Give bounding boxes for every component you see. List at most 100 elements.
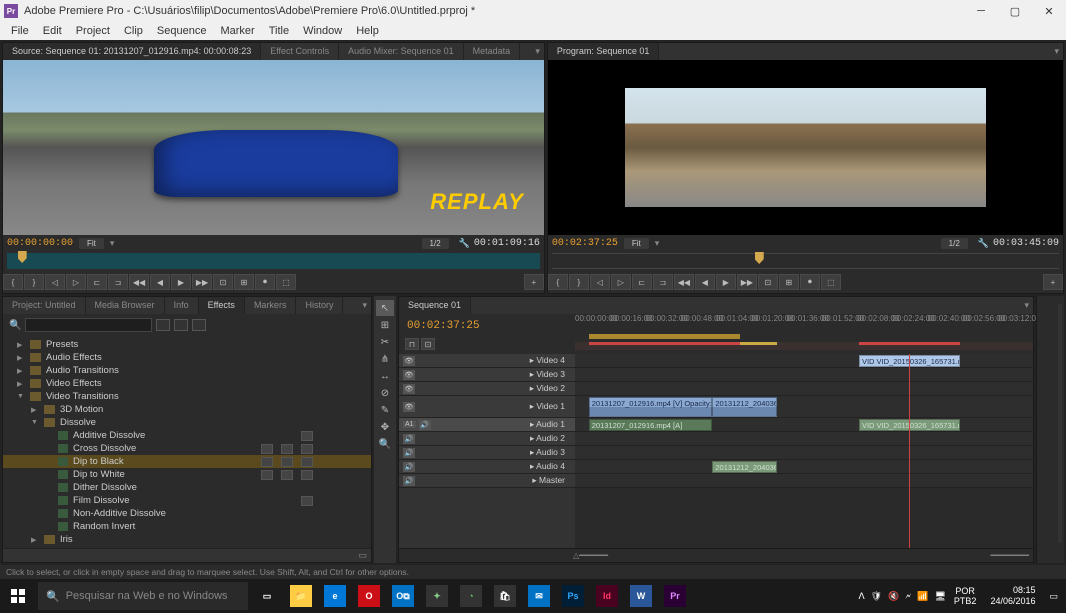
- settings-icon[interactable]: 🔧: [459, 238, 470, 249]
- tab[interactable]: Audio Mixer: Sequence 01: [339, 43, 464, 60]
- transport-button[interactable]: ⊐: [653, 274, 673, 290]
- track-lane[interactable]: 20131207_012916.mp4 [V] Opacity:Opacity …: [575, 396, 1033, 418]
- tree-folder[interactable]: ▶Presets: [3, 338, 371, 351]
- program-tc-current[interactable]: 00:02:37:25: [552, 238, 618, 249]
- transport-button[interactable]: {: [3, 274, 23, 290]
- timeline-track-content[interactable]: VID VID_20150326_165731.mp4 [V] 20131207_…: [575, 354, 1033, 548]
- tab[interactable]: Effect Controls: [261, 43, 339, 60]
- tool-button[interactable]: ↔: [376, 368, 394, 384]
- effects-tree[interactable]: ▶Presets▶Audio Effects▶Audio Transitions…: [3, 336, 371, 548]
- taskbar-app-outlook[interactable]: O⧉: [386, 579, 420, 613]
- timeline-ruler-area[interactable]: 00:00:00:0000:00:16:0000:00:32:0000:00:4…: [575, 314, 1033, 354]
- track-header[interactable]: 🔊▸ Master: [399, 474, 575, 488]
- taskbar-app-app1[interactable]: ✦: [420, 579, 454, 613]
- tab[interactable]: Sequence 01: [399, 297, 471, 314]
- clip[interactable]: 20131212_204036.mp4: [712, 461, 776, 473]
- transport-button[interactable]: ⊞: [234, 274, 254, 290]
- menu-help[interactable]: Help: [349, 25, 386, 37]
- tab[interactable]: Program: Sequence 01: [548, 43, 660, 60]
- close-button[interactable]: ✕: [1032, 0, 1066, 22]
- tool-button[interactable]: ⊘: [376, 385, 394, 401]
- tree-effect[interactable]: Dither Dissolve: [3, 481, 371, 494]
- taskbar-app-word[interactable]: W: [624, 579, 658, 613]
- tool-button[interactable]: ⋔: [376, 351, 394, 367]
- track-lane[interactable]: [575, 446, 1033, 460]
- tool-button[interactable]: ↖: [376, 300, 394, 316]
- track-header[interactable]: 👁▸ Video 4: [399, 354, 575, 368]
- transport-button[interactable]: ⊞: [779, 274, 799, 290]
- program-playhead[interactable]: [755, 252, 764, 264]
- track-header[interactable]: 🔊▸ Audio 3: [399, 446, 575, 460]
- menu-edit[interactable]: Edit: [36, 25, 69, 37]
- transport-button[interactable]: ⊏: [632, 274, 652, 290]
- taskbar-app-opera[interactable]: O: [352, 579, 386, 613]
- disclosure-arrow-icon[interactable]: ▶: [17, 341, 25, 349]
- timeline-playhead[interactable]: [909, 354, 910, 548]
- taskbar-app-explorer[interactable]: 📁: [284, 579, 318, 613]
- minimize-button[interactable]: ─: [964, 0, 998, 22]
- source-tc-current[interactable]: 00:00:00:00: [7, 238, 73, 249]
- eye-icon[interactable]: 👁: [403, 402, 415, 412]
- transport-button[interactable]: ▶: [171, 274, 191, 290]
- tree-effect[interactable]: Film Dissolve: [3, 494, 371, 507]
- tab[interactable]: Media Browser: [86, 297, 165, 314]
- menu-project[interactable]: Project: [69, 25, 117, 37]
- timeline-workarea[interactable]: [575, 332, 1033, 342]
- speaker-icon[interactable]: 🔊: [403, 476, 415, 486]
- transport-button[interactable]: ▶▶: [737, 274, 757, 290]
- add-button-icon[interactable]: +: [1043, 274, 1063, 290]
- panel-menu-icon[interactable]: ▾: [358, 300, 371, 311]
- taskbar-app-store[interactable]: 🛍: [488, 579, 522, 613]
- transport-button[interactable]: ⏺: [255, 274, 275, 290]
- transport-button[interactable]: ⊡: [213, 274, 233, 290]
- menu-window[interactable]: Window: [296, 25, 349, 37]
- transport-button[interactable]: ◀: [150, 274, 170, 290]
- track-header[interactable]: 🔊▸ Audio 2: [399, 432, 575, 446]
- transport-button[interactable]: ⊏: [87, 274, 107, 290]
- track-lane[interactable]: [575, 382, 1033, 396]
- disclosure-arrow-icon[interactable]: ▶: [31, 406, 39, 414]
- menu-sequence[interactable]: Sequence: [150, 25, 214, 37]
- taskbar-app-indesign[interactable]: Id: [590, 579, 624, 613]
- source-monitor-viewport[interactable]: REPLAY: [3, 60, 544, 235]
- menu-clip[interactable]: Clip: [117, 25, 150, 37]
- transport-button[interactable]: ▶▶: [192, 274, 212, 290]
- tool-button[interactable]: ✎: [376, 402, 394, 418]
- disclosure-arrow-icon[interactable]: ▶: [17, 354, 25, 362]
- source-scrubbar[interactable]: [7, 253, 540, 269]
- transport-button[interactable]: ⊐: [108, 274, 128, 290]
- taskbar-search[interactable]: 🔍 Pesquisar na Web e no Windows: [38, 582, 248, 610]
- program-monitor-viewport[interactable]: [548, 60, 1063, 235]
- transport-button[interactable]: ▷: [66, 274, 86, 290]
- speaker-icon[interactable]: 🔊: [403, 462, 415, 472]
- snap-toggle[interactable]: ⊓: [405, 338, 419, 350]
- tree-folder[interactable]: ▼Video Transitions: [3, 390, 371, 403]
- tab[interactable]: Markers: [245, 297, 297, 314]
- transport-button[interactable]: ◀: [695, 274, 715, 290]
- panel-menu-icon[interactable]: ▾: [1020, 300, 1033, 311]
- timeline-timecode[interactable]: 00:02:37:25: [403, 316, 571, 336]
- start-button[interactable]: [0, 579, 36, 613]
- tree-effect[interactable]: Dip to Black: [3, 455, 371, 468]
- tree-effect[interactable]: Random Invert: [3, 520, 371, 533]
- transport-button[interactable]: ◀◀: [674, 274, 694, 290]
- tree-effect[interactable]: Dip to White: [3, 468, 371, 481]
- transport-button[interactable]: ▶: [716, 274, 736, 290]
- track-lane[interactable]: [575, 432, 1033, 446]
- source-zoom-dropdown[interactable]: 1/2: [422, 238, 449, 249]
- track-lane[interactable]: VID VID_20150326_165731.mp4 [V]: [575, 354, 1033, 368]
- menu-marker[interactable]: Marker: [213, 25, 261, 37]
- timeline-zoom-bar[interactable]: △━━━━━━ ━━━━━━━━: [399, 548, 1033, 562]
- taskbar-app-mail[interactable]: ✉: [522, 579, 556, 613]
- tree-folder[interactable]: ▶Video Effects: [3, 377, 371, 390]
- menu-title[interactable]: Title: [262, 25, 296, 37]
- menu-file[interactable]: File: [4, 25, 36, 37]
- clip[interactable]: 20131207_012916.mp4 [A]: [589, 419, 713, 431]
- tab[interactable]: Metadata: [464, 43, 521, 60]
- tab[interactable]: Project: Untitled: [3, 297, 86, 314]
- source-playhead[interactable]: [18, 251, 27, 263]
- program-zoom-dropdown[interactable]: 1/2: [941, 238, 968, 249]
- eye-icon[interactable]: 👁: [403, 356, 415, 366]
- tool-button[interactable]: ✂: [376, 334, 394, 350]
- taskbar-app-edge[interactable]: e: [318, 579, 352, 613]
